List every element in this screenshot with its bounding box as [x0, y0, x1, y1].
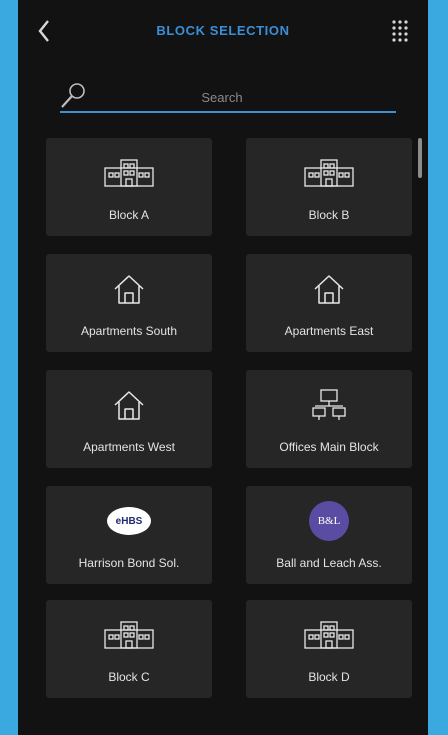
block-tile-block-d[interactable]: Block D [246, 600, 412, 698]
block-tile-block-a[interactable]: Block A [46, 138, 212, 236]
block-tile-harrison-bond[interactable]: eHBS Harrison Bond Sol. [46, 486, 212, 584]
block-tile-apartments-south[interactable]: Apartments South [46, 254, 212, 352]
block-tile-offices-main-block[interactable]: Offices Main Block [246, 370, 412, 468]
tile-label: Block A [108, 208, 150, 222]
tile-label: Offices Main Block [279, 440, 379, 454]
page-title: BLOCK SELECTION [156, 23, 290, 38]
block-tile-apartments-east[interactable]: Apartments East [246, 254, 412, 352]
building-icon [304, 159, 354, 187]
block-tile-block-c[interactable]: Block C [46, 600, 212, 698]
search-icon[interactable] [58, 80, 90, 112]
dot-grid-icon [392, 20, 408, 42]
bl-logo: B&L [309, 501, 349, 541]
tile-label: Apartments East [284, 324, 374, 338]
house-icon [114, 391, 144, 420]
house-icon [314, 275, 344, 304]
tile-label: Ball and Leach Ass. [276, 556, 382, 570]
building-icon [104, 159, 154, 187]
hbs-logo: eHBS [107, 507, 151, 535]
office-network-icon [312, 389, 346, 420]
block-tile-apartments-west[interactable]: Apartments West [46, 370, 212, 468]
building-icon [104, 621, 154, 649]
block-tile-block-b[interactable]: Block B [246, 138, 412, 236]
tile-label: Block D [308, 670, 350, 684]
tile-label: Harrison Bond Sol. [78, 556, 180, 570]
scrollbar[interactable] [418, 138, 422, 178]
house-icon [114, 275, 144, 304]
app-screen: BLOCK SELECTION Search Block A Block B A… [18, 0, 428, 735]
tile-label: Block C [108, 670, 150, 684]
block-tile-ball-and-leach[interactable]: B&L Ball and Leach Ass. [246, 486, 412, 584]
header: BLOCK SELECTION [18, 0, 428, 64]
search-underline [60, 111, 396, 113]
building-icon [304, 621, 354, 649]
search-input[interactable] [100, 86, 344, 108]
search-bar [58, 80, 396, 113]
tile-label: Block B [308, 208, 350, 222]
tile-label: Apartments South [80, 324, 178, 338]
menu-button[interactable] [388, 16, 412, 46]
tile-label: Apartments West [83, 440, 175, 454]
